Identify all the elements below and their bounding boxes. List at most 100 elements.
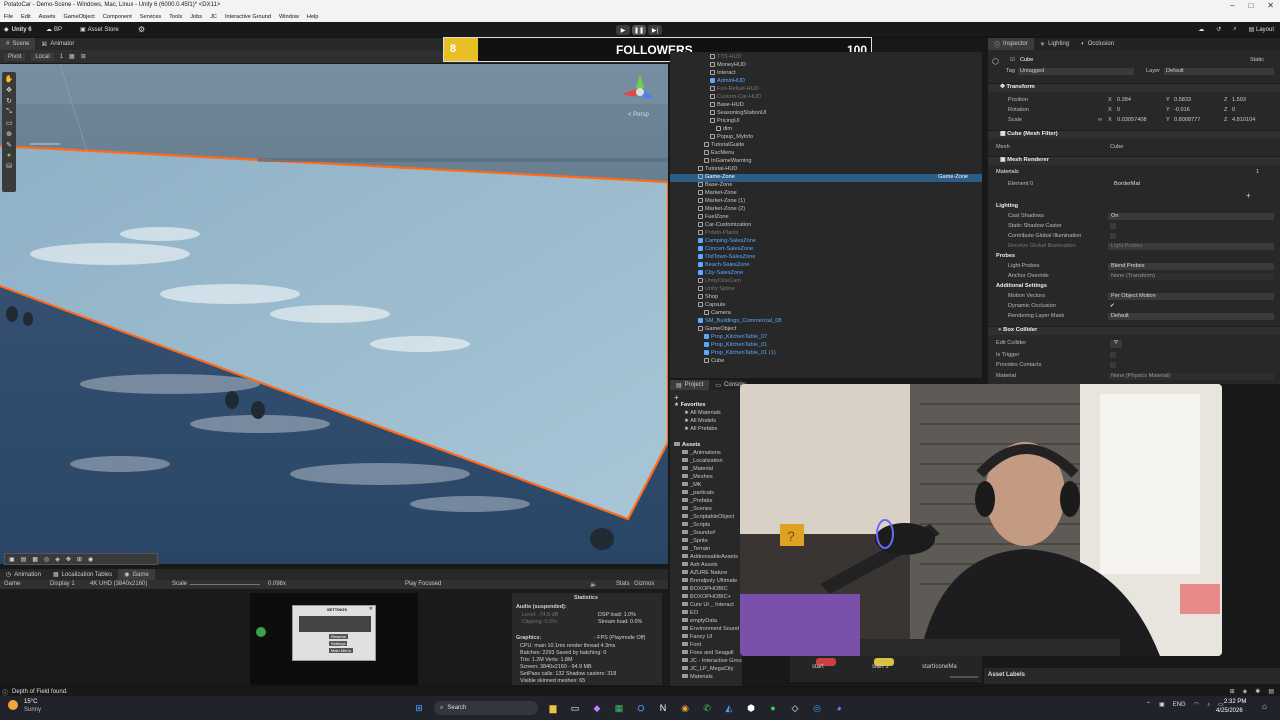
hierarchy-item[interactable]: Tutorial-HUD [670, 166, 982, 174]
play-focused-dropdown[interactable]: Play Focused [405, 581, 441, 587]
scale-x-field[interactable]: 0.03057408 [1117, 117, 1147, 123]
position-x-field[interactable]: 0.384 [1117, 97, 1131, 103]
element0-field[interactable]: BorderMat [1114, 181, 1140, 187]
hierarchy-item[interactable]: Capsule [670, 302, 982, 310]
hierarchy-item[interactable]: Popup_MyInfo [670, 134, 982, 142]
hierarchy-item[interactable]: Car-Customization [670, 222, 982, 230]
favorite-item[interactable]: ★ All Materials [670, 410, 742, 418]
move-tool-icon[interactable]: ✥ [6, 86, 12, 94]
hierarchy-item[interactable]: Market-Zone (1) [670, 198, 982, 206]
obs-icon[interactable]: ◎ [810, 701, 824, 715]
hierarchy-item[interactable]: Unity Spline [670, 286, 982, 294]
chrome-icon[interactable]: ◉ [678, 701, 692, 715]
mute-icon[interactable]: 🔈 [590, 581, 597, 588]
create-icon[interactable]: + [674, 393, 679, 402]
maximize-icon[interactable]: □ [1248, 1, 1253, 10]
tab-localization[interactable]: ▦ Localization Tables [47, 569, 118, 580]
rotation-z-field[interactable]: 0 [1232, 107, 1235, 113]
language-indicator[interactable]: ENG [1173, 702, 1186, 708]
hierarchy-item[interactable]: Fun-Refuel-HUD [670, 86, 982, 94]
layout-dropdown[interactable]: ▤ Layout [1249, 26, 1274, 33]
hierarchy-item[interactable]: OldTown-SalesZone [670, 254, 982, 262]
link-icon[interactable]: ∞ [1098, 117, 1102, 123]
asset-folder[interactable]: Brendpoly Ultimate [670, 578, 742, 586]
asset-folder[interactable]: Fancy UI [670, 634, 742, 642]
hierarchy-item[interactable]: EscMenu [670, 150, 982, 158]
position-y-field[interactable]: 0.5833 [1174, 97, 1191, 103]
hierarchy-item[interactable]: TTS-HUD [670, 54, 982, 62]
hierarchy-item[interactable]: Market-Zone [670, 190, 982, 198]
thumbnail-size-slider[interactable] [950, 676, 978, 678]
hierarchy-item[interactable]: Potato-Plants [670, 230, 982, 238]
stats-toggle[interactable]: Stats [616, 581, 630, 587]
overlay-icon-8[interactable]: ◉ [88, 556, 93, 563]
file-explorer-icon[interactable]: ▆ [546, 701, 560, 715]
asset-start-label[interactable]: start [812, 664, 824, 670]
hand-tool-icon[interactable]: ✋ [5, 75, 14, 83]
collider-material-field[interactable]: None (Physics Material) [1108, 373, 1274, 380]
dynamic-occlusion-checkbox[interactable]: ✔ [1110, 303, 1115, 309]
rect-tool-icon[interactable]: ▭ [6, 119, 13, 127]
volume-icon[interactable]: ♪ [1207, 702, 1210, 708]
minimize-icon[interactable]: – [1230, 1, 1234, 10]
debug-icon[interactable]: ✱ [1255, 688, 1260, 695]
scale-z-field[interactable]: 4.810104 [1232, 117, 1255, 123]
is-trigger-checkbox[interactable] [1110, 352, 1116, 358]
hierarchy-item[interactable]: MoneyHUD [670, 62, 982, 70]
bp-button[interactable]: ☁ BP [46, 26, 62, 34]
menu-jc[interactable]: JC [210, 14, 217, 20]
hierarchy-item[interactable]: Base-Zone [670, 182, 982, 190]
taskbar-search[interactable]: ⌕ Search [434, 701, 538, 715]
asset-folder[interactable]: _Scripts [670, 522, 742, 530]
tray-app-icon[interactable]: ▣ [1159, 701, 1165, 708]
cloud-sync-icon[interactable]: ☁ [1198, 26, 1204, 33]
hierarchy-item[interactable]: Concert-SalesZone [670, 246, 982, 254]
additional-settings-title[interactable]: Additional Settings [996, 283, 1047, 289]
hierarchy-item[interactable]: Market-Zone (2) [670, 206, 982, 214]
asset-folder[interactable]: Cute UI _ Interact [670, 602, 742, 610]
probes-title[interactable]: Probes [996, 253, 1015, 259]
contribute-gi-checkbox[interactable] [1110, 233, 1116, 239]
custom-tool-icon[interactable]: ✎ [6, 141, 12, 149]
asset-folder[interactable]: _Material [670, 466, 742, 474]
transform-section[interactable]: ✥ Transform [988, 83, 1280, 92]
asset-folder[interactable]: _Prefabs [670, 498, 742, 506]
favorite-item[interactable]: ★ All Prefabs [670, 426, 742, 434]
hierarchy-item[interactable]: Interact [670, 70, 982, 78]
hierarchy-item[interactable]: Shop [670, 294, 982, 302]
notification-icon[interactable]: ⌂ [1262, 702, 1267, 711]
hierarchy-item[interactable]: GameObject [670, 326, 982, 334]
asset-folder[interactable]: JC_LP_MegaCity [670, 666, 742, 674]
static-toggle[interactable]: Static [1250, 57, 1264, 63]
menu-component[interactable]: Component [103, 14, 132, 20]
steam-icon[interactable]: ⛭ [634, 701, 648, 715]
game-view[interactable]: SETTINGS ✕ Resume Settings Main Menu Sta… [0, 589, 668, 686]
overlay-icon-5[interactable]: ◈ [55, 556, 60, 563]
unity-account-button[interactable]: ◆ Unity 6 [4, 26, 32, 34]
pause-icon[interactable]: ❚❚ [632, 25, 646, 35]
resolution-dropdown[interactable]: 4K UHD (3840x2160) [90, 581, 147, 587]
rotation-y-field[interactable]: -0.016 [1174, 107, 1190, 113]
box-collider-section[interactable]: ● Box Collider [988, 326, 1280, 335]
local-dropdown[interactable]: Local [31, 52, 54, 61]
weather-temp[interactable]: 15°C [24, 699, 37, 705]
green-tool-icon[interactable]: ● [7, 152, 11, 159]
hierarchy-item[interactable]: TutorialGuide [670, 142, 982, 150]
hierarchy-item[interactable]: Prop_KitchenTable_07 [670, 334, 982, 342]
rotation-x-field[interactable]: 0 [1117, 107, 1120, 113]
position-z-field[interactable]: 1.593 [1232, 97, 1246, 103]
snap-icon[interactable]: ⊞ [81, 53, 86, 60]
menu-edit[interactable]: Edit [21, 14, 31, 20]
persp-label[interactable]: < Persp [628, 112, 649, 118]
progress-icon[interactable]: ⊞ [1230, 688, 1235, 695]
hierarchy-item[interactable]: AdminHUD [670, 78, 982, 86]
overlay-icon-4[interactable]: ◎ [44, 556, 49, 563]
assets-header[interactable]: Assets [670, 442, 742, 450]
hierarchy-item[interactable]: SeasoningStationUI [670, 110, 982, 118]
asset-folder[interactable]: AZURE Nature [670, 570, 742, 578]
edit-collider-button[interactable]: ⛛ [1110, 340, 1122, 348]
asset-folder[interactable]: Environment Sound [670, 626, 742, 634]
asset-folder[interactable]: Font [670, 642, 742, 650]
tab-inspector[interactable]: ⓘ Inspector [988, 38, 1034, 50]
anchor-override-field[interactable]: None (Transform) [1108, 273, 1274, 280]
